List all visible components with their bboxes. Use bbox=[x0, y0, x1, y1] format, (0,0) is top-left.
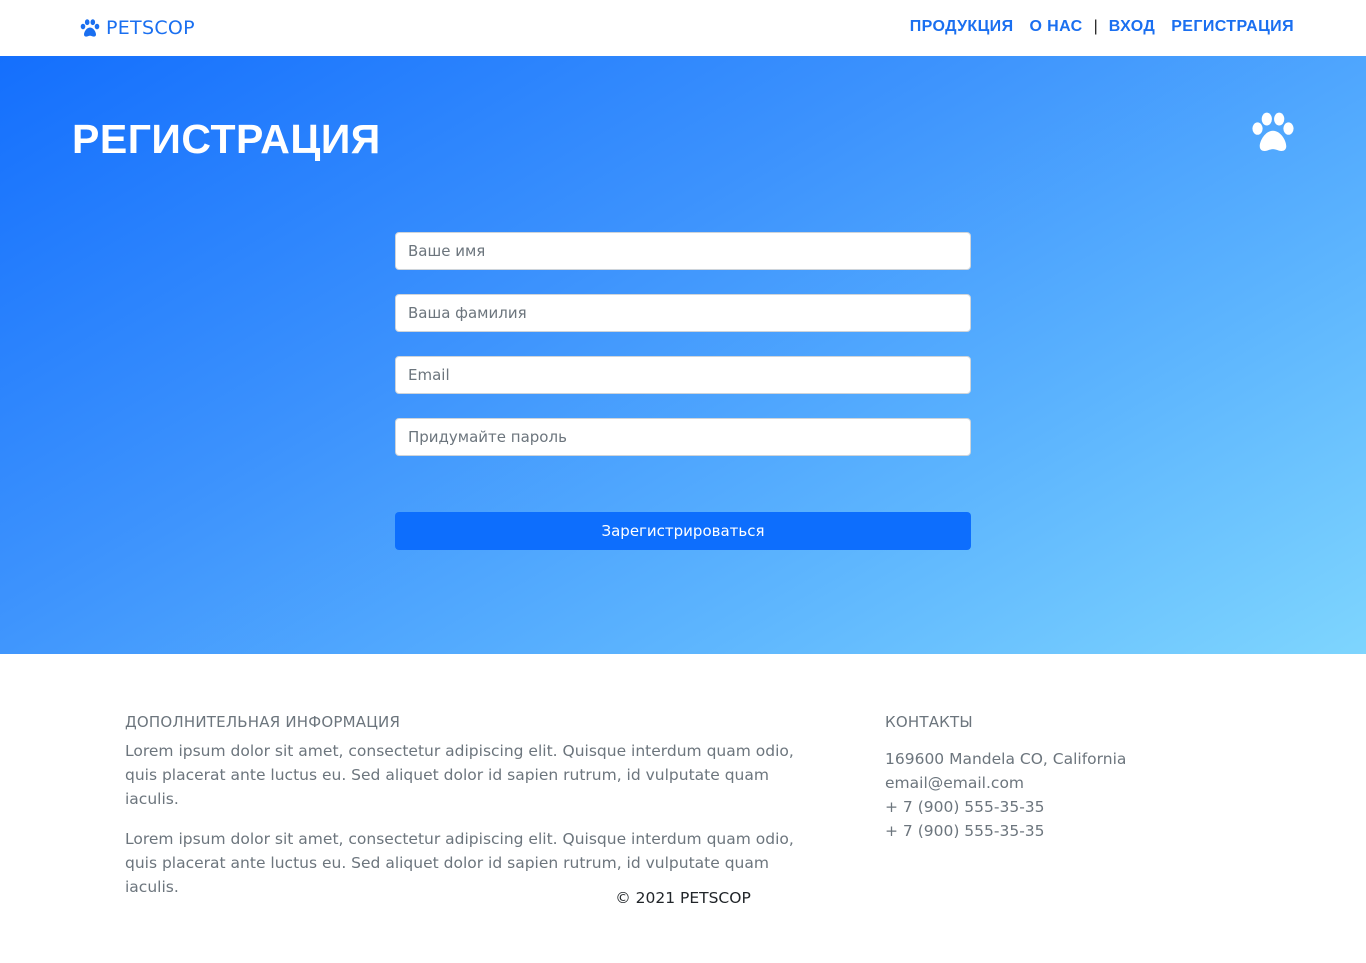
email-input[interactable] bbox=[395, 356, 971, 394]
register-button[interactable]: Зарегистрироваться bbox=[395, 512, 971, 550]
paw-icon bbox=[80, 18, 100, 37]
contact-phone: + 7 (900) 555-35-35 bbox=[885, 798, 1045, 816]
info-paragraph: Lorem ipsum dolor sit amet, consectetur … bbox=[125, 742, 794, 808]
nav-link-register[interactable]: РЕГИСТРАЦИЯ bbox=[1171, 18, 1294, 36]
hero-section: РЕГИСТРАЦИЯ Зарегистрироваться bbox=[0, 56, 1366, 654]
brand-link[interactable]: PETSCOP bbox=[80, 17, 195, 39]
nav-separator: | bbox=[1093, 18, 1098, 35]
contact-phone: + 7 (900) 555-35-35 bbox=[885, 822, 1045, 840]
contact-email: email@email.com bbox=[885, 774, 1025, 792]
paw-icon bbox=[1252, 112, 1294, 151]
contact-address: 169600 Mandela CO, California bbox=[885, 750, 1127, 768]
password-input[interactable] bbox=[395, 418, 971, 456]
last-name-input[interactable] bbox=[395, 294, 971, 332]
page-title: РЕГИСТРАЦИЯ bbox=[72, 116, 381, 162]
main-nav: ПРОДУКЦИЯ О НАС | ВХОД РЕГИСТРАЦИЯ bbox=[910, 18, 1294, 36]
registration-form: Зарегистрироваться bbox=[395, 232, 971, 550]
contacts-heading: КОНТАКТЫ bbox=[885, 713, 973, 731]
footer-contacts-column: КОНТАКТЫ 169600 Mandela CO, California e… bbox=[885, 713, 1245, 843]
first-name-input[interactable] bbox=[395, 232, 971, 270]
info-heading: ДОПОЛНИТЕЛЬНАЯ ИНФОРМАЦИЯ bbox=[125, 713, 401, 731]
brand-name: PETSCOP bbox=[106, 17, 195, 39]
copyright: © 2021 PETSCOP bbox=[615, 889, 751, 907]
footer-info-column: ДОПОЛНИТЕЛЬНАЯ ИНФОРМАЦИЯ Lorem ipsum do… bbox=[125, 713, 825, 915]
nav-link-products[interactable]: ПРОДУКЦИЯ bbox=[910, 18, 1014, 36]
navbar: PETSCOP ПРОДУКЦИЯ О НАС | ВХОД РЕГИСТРАЦ… bbox=[0, 0, 1366, 56]
nav-link-login[interactable]: ВХОД bbox=[1109, 18, 1155, 36]
contacts-list: 169600 Mandela CO, California email@emai… bbox=[885, 747, 1245, 843]
nav-link-about[interactable]: О НАС bbox=[1029, 18, 1082, 36]
